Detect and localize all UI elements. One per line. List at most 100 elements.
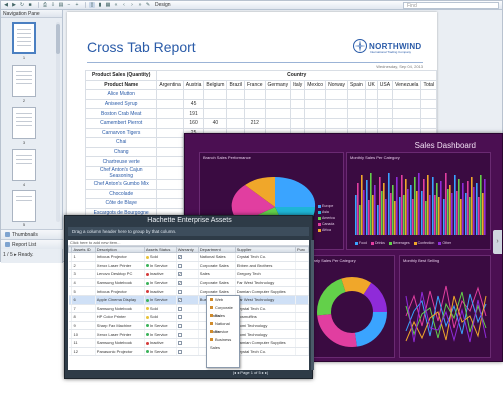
forward-icon[interactable]: ▶ — [11, 2, 17, 8]
legend-swatch — [318, 216, 321, 220]
last-page-icon[interactable]: » — [137, 2, 143, 8]
table-row[interactable]: 2 Xerox Laser Printer In Service Corporate … — [68, 261, 310, 271]
table-row[interactable]: 7 Samsung Notebook Sold Crystal Tech Co. — [68, 304, 310, 314]
bar-mark — [414, 177, 416, 235]
dropdown-option[interactable]: Service — [207, 328, 239, 336]
dropdown-option[interactable]: Sales — [207, 312, 239, 320]
next-page-icon[interactable]: › — [129, 2, 135, 8]
nav-scroll-thumb[interactable] — [56, 24, 60, 54]
next-page-icon[interactable]: ▸ — [262, 370, 264, 375]
nav-scrollbar[interactable] — [56, 22, 60, 222]
design-icon[interactable]: ✎ — [145, 2, 151, 8]
purchase-cell — [295, 261, 310, 271]
table-row[interactable]: 6Apple Cinema DisplayIn Service✓Business… — [68, 295, 310, 305]
report-list-tab[interactable]: Report List — [1, 239, 63, 249]
find-input[interactable]: Find — [403, 2, 499, 9]
refresh-icon[interactable]: ↻ — [19, 2, 25, 8]
warranty-checkbox[interactable]: ✓ — [177, 298, 182, 303]
department-cell[interactable]: National Sales — [198, 252, 236, 262]
department-cell[interactable]: Corporate Sales — [198, 261, 236, 271]
table-row[interactable]: 9 Sharp Fax Machine In Service Domi Technol… — [68, 321, 310, 331]
table-row[interactable]: 1 Infocus Projector Sold ✓ National Sales Cry… — [68, 252, 310, 262]
page-thumbnail[interactable] — [12, 22, 36, 54]
product-name-cell: Alice Mutton — [84, 89, 158, 100]
purchase-cell — [295, 278, 310, 288]
warranty-checkbox[interactable]: ✓ — [177, 281, 182, 286]
legend-swatch — [318, 222, 321, 226]
print-icon[interactable]: ⎙ — [42, 2, 48, 8]
bar-mark — [399, 197, 401, 235]
bar-mark — [425, 201, 427, 235]
status-dot-icon — [145, 333, 149, 337]
table-row[interactable]: 4 Samsung Notebook In Service ✓ Corporate Sa… — [68, 278, 310, 288]
department-cell[interactable]: Corporate Sales — [198, 278, 236, 288]
warranty-checkbox[interactable] — [177, 315, 182, 320]
table-row[interactable]: 8 HP Color Printer Sold Rosmuffins — [68, 312, 310, 322]
warranty-cell — [176, 347, 199, 357]
page-thumbnail[interactable] — [12, 65, 36, 97]
quantity-cell — [347, 89, 366, 100]
zoom-out-icon[interactable]: − — [66, 2, 72, 8]
crosstab-header-row: Product Sales (Quantity) Country — [84, 70, 437, 81]
warranty-checkbox[interactable] — [177, 263, 182, 268]
next-chevron-icon[interactable]: › — [493, 230, 502, 254]
zoom-in-icon[interactable]: + — [74, 2, 80, 8]
supplier-cell: Crystal Tech Co. — [235, 304, 296, 314]
table-row[interactable]: 10 Xerox Laser Printer In Service Domi Tech… — [68, 329, 310, 339]
page-setup-icon[interactable]: ▤ — [58, 2, 64, 8]
dropdown-option[interactable]: National Sales — [207, 320, 239, 334]
warranty-checkbox[interactable] — [177, 341, 182, 346]
first-page-icon[interactable]: « — [113, 2, 119, 8]
page-thumbnail[interactable] — [12, 149, 36, 181]
dropdown-option[interactable]: Corporate Sales — [207, 304, 239, 318]
asset-id-cell: 11 — [71, 338, 96, 348]
quantity-cell — [347, 98, 366, 110]
bar-mark — [423, 179, 425, 235]
warranty-checkbox[interactable]: ✓ — [177, 272, 182, 277]
warranty-checkbox[interactable] — [177, 306, 182, 311]
group-by-panel[interactable]: Drag a column header here to group by th… — [68, 227, 309, 236]
table-row[interactable]: 5 Infocus Projector Inactive Corporate Sale… — [68, 286, 310, 296]
table-row[interactable]: 11 Samsung Notebook Inactive Damian Compute… — [68, 338, 310, 348]
country-header-row: Product Name Argentina Austria Belgium Brazi… — [84, 79, 437, 91]
department-cell[interactable]: Sales — [198, 269, 236, 279]
report-title: Cross Tab Report — [87, 39, 196, 55]
page-thumbnail[interactable] — [12, 190, 36, 222]
back-icon[interactable]: ◀ — [3, 2, 9, 8]
warranty-checkbox[interactable] — [177, 332, 182, 337]
dropdown-option[interactable]: Web — [207, 296, 239, 304]
last-page-icon[interactable]: ▸| — [265, 370, 268, 375]
department-icon — [210, 330, 213, 334]
bar-mark — [436, 183, 438, 235]
single-page-icon[interactable]: ▯ — [89, 2, 95, 8]
product-name-cell: Côte de Blaye — [84, 198, 158, 209]
table-row[interactable]: 3 Lenovo Desktop PC Inactive ✓ Sales Gregory … — [68, 269, 310, 279]
dashboard-title: Sales Dashboard — [414, 141, 476, 150]
prev-page-icon[interactable]: ‹ — [121, 2, 127, 8]
page-thumbnail[interactable] — [12, 107, 36, 139]
department-dropdown[interactable]: Web Corporate Sales Sales National Sales Ser… — [206, 295, 240, 368]
category-legend: Food Drinks Beverages Confection Other — [355, 241, 451, 245]
warranty-checkbox[interactable] — [177, 349, 182, 354]
quantity-cell — [290, 117, 306, 129]
thumbnail-page-number: 2 — [22, 98, 26, 103]
dropdown-option[interactable]: Business Sales — [207, 336, 239, 350]
quantity-cell — [347, 108, 366, 119]
stop-icon[interactable]: ■ — [27, 2, 33, 8]
asset-id-cell: 1 — [71, 252, 96, 262]
bar-mark — [443, 199, 445, 235]
table-row[interactable]: 12 Panasonic Projector In Service Crystal T… — [68, 347, 310, 357]
legend-swatch — [413, 241, 417, 245]
warranty-checkbox[interactable] — [177, 323, 182, 328]
grid-scrollbar[interactable] — [311, 240, 314, 370]
design-label[interactable]: Design — [155, 2, 171, 8]
export-icon[interactable]: ⇩ — [50, 2, 56, 8]
multipage-icon[interactable]: ▦ — [105, 2, 111, 8]
warranty-checkbox[interactable] — [177, 289, 182, 294]
bar-mark — [392, 185, 394, 235]
crosstab-corner-header: Product Sales (Quantity) — [84, 70, 158, 81]
status-label: In Service — [149, 331, 168, 337]
thumbnails-tab[interactable]: Thumbnails — [1, 229, 63, 239]
warranty-checkbox[interactable]: ✓ — [177, 255, 182, 260]
continuous-icon[interactable]: ▮ — [97, 2, 103, 8]
